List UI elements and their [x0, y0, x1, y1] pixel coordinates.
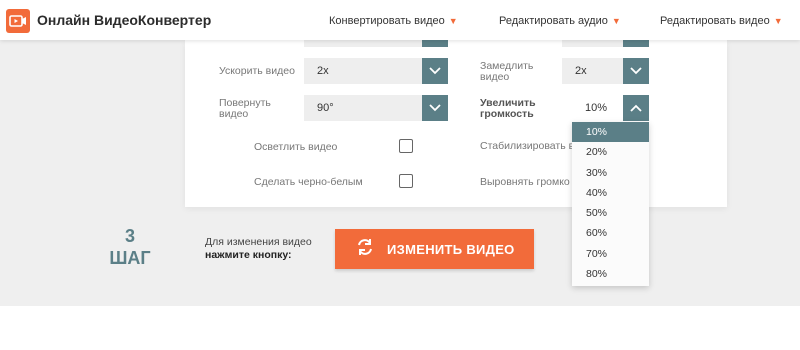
- logo-icon[interactable]: [6, 9, 30, 33]
- slow-down-select[interactable]: 2x: [562, 58, 649, 84]
- volume-dropdown-list: 10% 20% 30% 40% 50% 60% 70% 80%: [572, 122, 649, 286]
- volume-option[interactable]: 80%: [572, 264, 649, 284]
- volume-option[interactable]: 30%: [572, 163, 649, 183]
- nav-convert-video[interactable]: Конвертировать видео ▼: [329, 15, 458, 27]
- step-indicator: 3 ШАГ: [100, 225, 160, 269]
- stabilize-label: Стабилизировать в: [480, 140, 575, 152]
- rotate-label: Повернуть видео: [219, 97, 271, 120]
- dropdown-arrow-icon: ▼: [448, 16, 458, 26]
- step-number: 3: [124, 226, 135, 246]
- grayscale-label: Сделать черно-белым: [254, 176, 363, 188]
- refresh-icon: [355, 237, 375, 262]
- select-value: 2x: [575, 65, 587, 77]
- nav-label: Редактировать аудио: [499, 15, 608, 27]
- nav-label: Конвертировать видео: [329, 15, 445, 27]
- chevron-down-icon: [623, 58, 649, 84]
- nav-label: Редактировать видео: [660, 15, 770, 27]
- nav-edit-video[interactable]: Редактировать видео ▼: [660, 15, 783, 27]
- rotate-select[interactable]: 90°: [304, 95, 448, 121]
- chevron-up-icon: [623, 95, 649, 121]
- normalize-label: Выровнять громко: [480, 176, 570, 188]
- edit-video-button-label: ИЗМЕНИТЬ ВИДЕО: [387, 241, 515, 257]
- dropdown-arrow-icon: ▼: [611, 16, 621, 26]
- select-value: 2x: [317, 65, 329, 77]
- hint-line-2: нажмите кнопку:: [205, 249, 292, 261]
- volume-select[interactable]: 10%: [572, 95, 649, 121]
- grayscale-checkbox[interactable]: [399, 174, 413, 188]
- volume-option[interactable]: 20%: [572, 142, 649, 162]
- speed-up-select[interactable]: 2x: [304, 58, 448, 84]
- brand-title[interactable]: Онлайн ВидеоКонвертер: [37, 12, 211, 28]
- nav-edit-audio[interactable]: Редактировать аудио ▼: [499, 15, 621, 27]
- chevron-down-icon: [422, 58, 448, 84]
- volume-option[interactable]: 10%: [572, 122, 649, 143]
- slow-down-label: Замедлить видео: [480, 60, 534, 83]
- step-word: ШАГ: [109, 248, 151, 268]
- volume-option[interactable]: 40%: [572, 183, 649, 203]
- dropdown-arrow-icon: ▼: [773, 16, 783, 26]
- header: Онлайн ВидеоКонвертер Конвертировать вид…: [0, 0, 800, 40]
- volume-label: Увеличить громкость: [480, 97, 536, 120]
- chevron-down-icon: [422, 95, 448, 121]
- brighten-label: Осветлить видео: [254, 141, 338, 153]
- step-hint: Для изменения видео нажмите кнопку:: [205, 236, 312, 262]
- edit-video-button[interactable]: ИЗМЕНИТЬ ВИДЕО: [335, 229, 534, 269]
- speed-up-label: Ускорить видео: [219, 65, 295, 77]
- volume-option[interactable]: 60%: [572, 223, 649, 243]
- select-value: 10%: [585, 102, 608, 114]
- hint-line-1: Для изменения видео: [205, 236, 312, 248]
- volume-option[interactable]: 70%: [572, 244, 649, 264]
- brighten-checkbox[interactable]: [399, 139, 413, 153]
- volume-option[interactable]: 50%: [572, 203, 649, 223]
- select-value: 90°: [317, 102, 334, 114]
